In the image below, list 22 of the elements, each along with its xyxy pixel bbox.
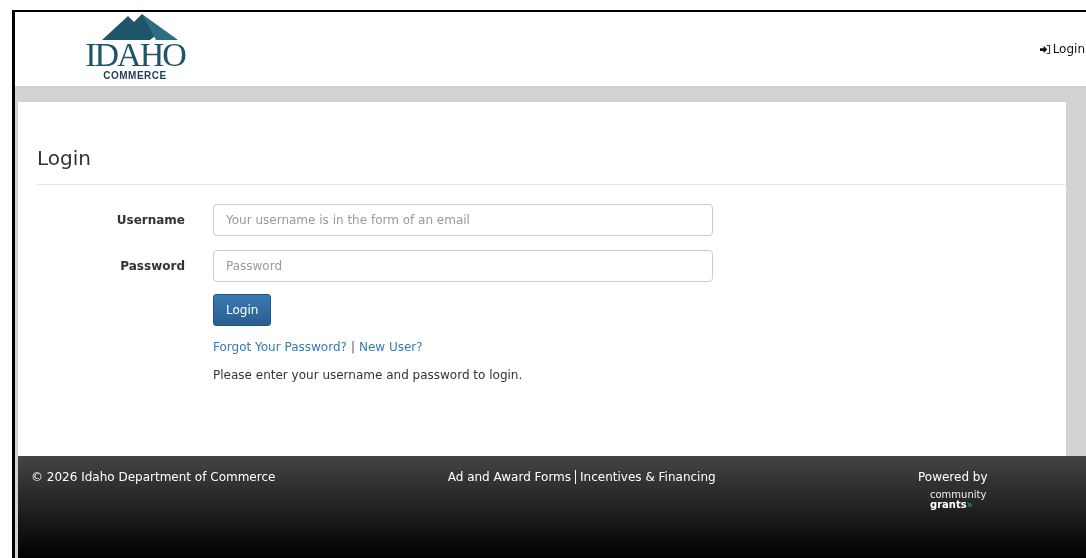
- separator: |: [350, 340, 355, 354]
- footer-link[interactable]: Incentives & Financing: [575, 470, 720, 484]
- field-label: Username: [115, 213, 186, 227]
- link[interactable]: New User?: [358, 340, 423, 354]
- footer-link[interactable]: Ad and Award Forms: [443, 470, 576, 484]
- login-button[interactable]: Login: [213, 294, 272, 326]
- logo-wordmark: IDAHO: [85, 40, 185, 70]
- mountain-icon: [100, 12, 180, 40]
- link[interactable]: Forgot Your Password?: [213, 340, 347, 354]
- sign-in-icon: [1039, 43, 1051, 55]
- help-text: Please enter your username and password to login.: [213, 368, 523, 382]
- copyright-text: © 2026 Idaho Department of Commerce: [31, 470, 276, 484]
- page-title: Login: [37, 146, 1066, 185]
- username-field[interactable]: Your username is in the form of an email: [213, 204, 713, 236]
- powered-by-text: Powered by: [918, 470, 988, 484]
- brand-logo-text: community: [930, 490, 987, 500]
- chevron-mark: »: [966, 500, 973, 510]
- brand-logo-text: grants: [930, 500, 967, 510]
- password-field[interactable]: Password: [213, 250, 713, 282]
- login-link[interactable]: Login: [1039, 42, 1086, 56]
- field-label: Password: [119, 259, 186, 273]
- logo-subtitle: COMMERCE: [103, 70, 167, 82]
